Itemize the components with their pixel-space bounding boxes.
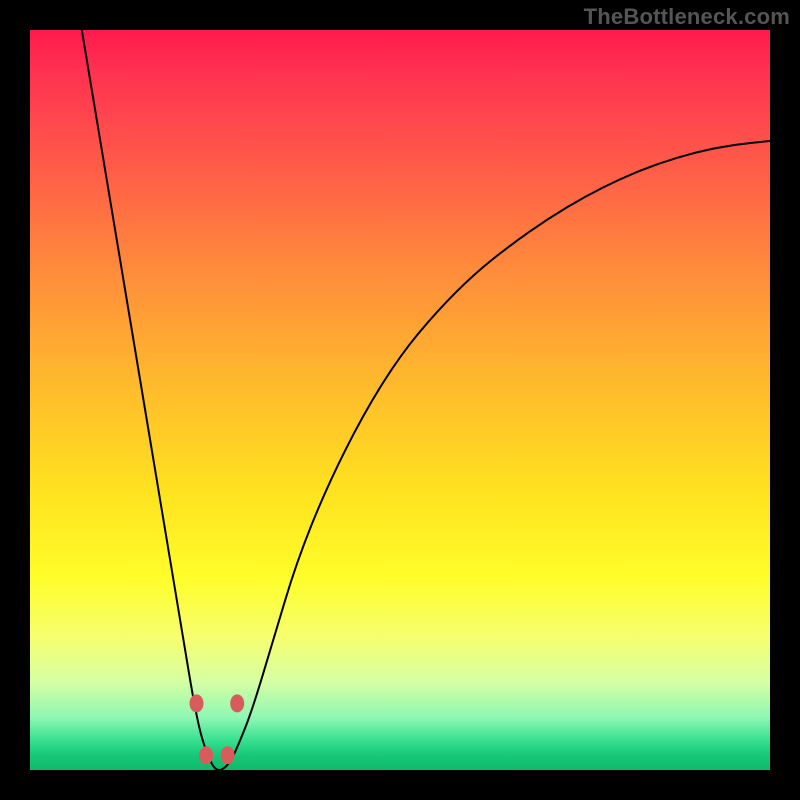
bottleneck-curve-svg (30, 30, 770, 770)
plot-area (30, 30, 770, 770)
bottleneck-curve-path (82, 30, 770, 770)
watermark-text: TheBottleneck.com (584, 4, 790, 30)
annotation-dot (199, 746, 213, 764)
annotation-dots (190, 694, 245, 764)
annotation-dot (221, 746, 235, 764)
annotation-dot (230, 694, 244, 712)
annotation-dot (190, 694, 204, 712)
chart-frame: TheBottleneck.com (0, 0, 800, 800)
